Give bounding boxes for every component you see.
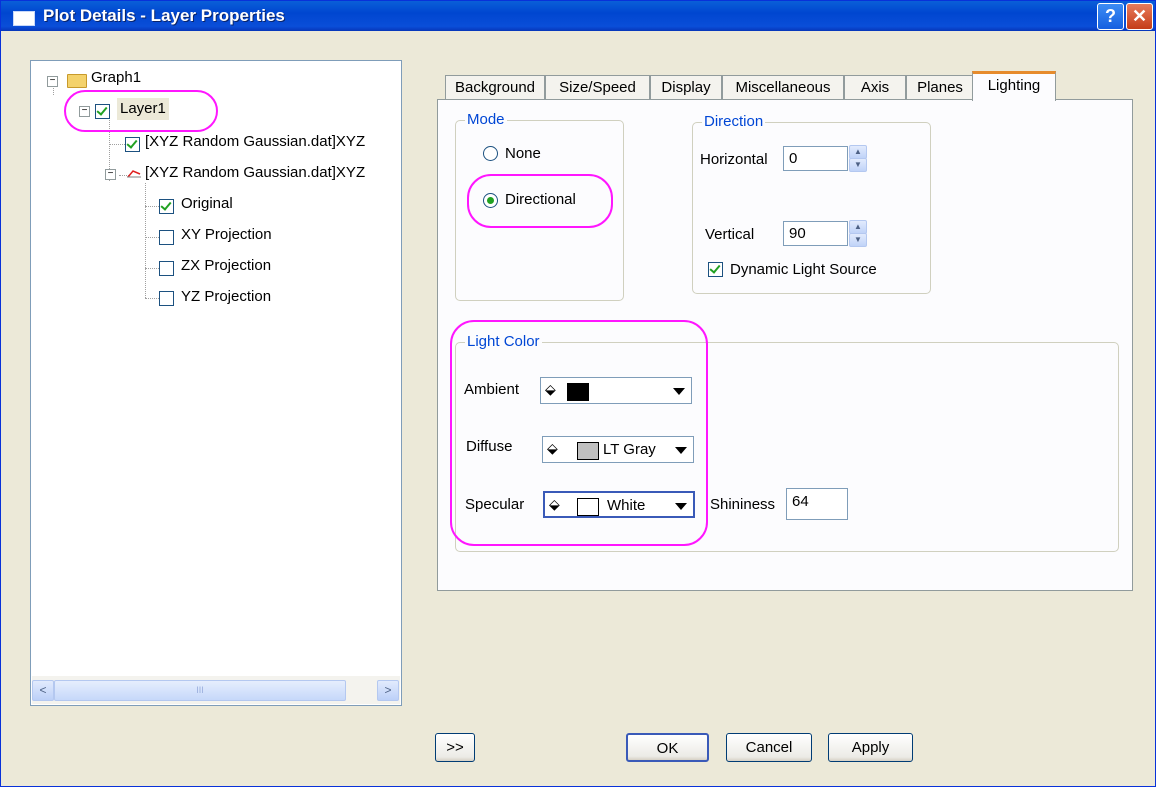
collapse-toggle[interactable]: − [105, 169, 116, 180]
tab-lighting[interactable]: Lighting [972, 71, 1056, 101]
tree-connector [109, 144, 125, 145]
collapse-toggle[interactable]: − [47, 76, 58, 87]
tab-size-speed[interactable]: Size/Speed [545, 75, 650, 99]
zx-projection-checkbox[interactable] [159, 261, 174, 276]
tree-item-graph1[interactable]: Graph1 [91, 67, 141, 89]
vertical-label: Vertical [705, 226, 755, 243]
apply-button[interactable]: Apply [828, 733, 913, 762]
horizontal-input[interactable]: 0 [783, 146, 848, 171]
dynamic-light-checkbox[interactable] [708, 262, 723, 277]
tree-item-xy-projection[interactable]: XY Projection [181, 224, 272, 246]
scroll-left-button[interactable]: < [32, 680, 54, 701]
window-icon [13, 11, 35, 26]
folder-icon [67, 74, 87, 88]
tree-connector [145, 268, 159, 269]
mode-label: Mode [465, 111, 507, 129]
tree-connector [145, 298, 159, 299]
directional-highlight [467, 174, 613, 228]
tree-connector [145, 183, 146, 298]
plot1-checkbox[interactable] [125, 137, 140, 152]
title-bar[interactable]: Plot Details - Layer Properties ? ✕ [1, 1, 1155, 31]
plot-icon [127, 170, 141, 178]
shininess-label: Shininess [710, 496, 776, 513]
tree-item-original[interactable]: Original [181, 193, 233, 215]
tree-connector [145, 237, 159, 238]
dynamic-light-label[interactable]: Dynamic Light Source [730, 261, 877, 279]
scroll-right-button[interactable]: > [377, 680, 399, 701]
tree-item-zx-projection[interactable]: ZX Projection [181, 255, 271, 277]
layer-tree[interactable]: − Graph1 − Layer1 [XYZ Random Gaussian.d… [30, 60, 402, 706]
layer1-highlight [64, 90, 218, 132]
more-button[interactable]: >> [435, 733, 475, 762]
tab-planes[interactable]: Planes [906, 75, 974, 99]
spin-down-icon[interactable]: ▼ [849, 158, 867, 172]
tree-horizontal-scrollbar[interactable]: < III > [32, 676, 400, 704]
cancel-button[interactable]: Cancel [726, 733, 812, 762]
ok-button[interactable]: OK [626, 733, 709, 762]
shininess-input[interactable]: 64 [786, 488, 848, 520]
vertical-input[interactable]: 90 [783, 221, 848, 246]
mode-none-radio[interactable] [483, 146, 498, 161]
xy-projection-checkbox[interactable] [159, 230, 174, 245]
tree-item-yz-projection[interactable]: YZ Projection [181, 286, 271, 308]
tree-connector [145, 206, 159, 207]
tab-background[interactable]: Background [445, 75, 545, 99]
spin-up-icon[interactable]: ▲ [849, 145, 867, 159]
tab-axis[interactable]: Axis [844, 75, 906, 99]
tab-display[interactable]: Display [650, 75, 722, 99]
yz-projection-checkbox[interactable] [159, 291, 174, 306]
tree-item-plot2[interactable]: [XYZ Random Gaussian.dat]XYZ [145, 162, 401, 184]
close-button[interactable]: ✕ [1126, 3, 1153, 30]
scroll-thumb[interactable]: III [54, 680, 346, 701]
window-title: Plot Details - Layer Properties [43, 6, 285, 25]
tree-item-plot1[interactable]: [XYZ Random Gaussian.dat]XYZ [145, 131, 401, 153]
spin-up-icon[interactable]: ▲ [849, 220, 867, 234]
spin-down-icon[interactable]: ▼ [849, 233, 867, 247]
vertical-spinner[interactable]: ▲ ▼ [849, 220, 867, 247]
original-checkbox[interactable] [159, 199, 174, 214]
direction-label: Direction [702, 113, 766, 131]
horizontal-label: Horizontal [700, 151, 768, 168]
mode-none-label[interactable]: None [505, 145, 541, 163]
tab-miscellaneous[interactable]: Miscellaneous [722, 75, 844, 99]
horizontal-spinner[interactable]: ▲ ▼ [849, 145, 867, 172]
help-button[interactable]: ? [1097, 3, 1124, 30]
light-color-highlight [450, 320, 708, 546]
